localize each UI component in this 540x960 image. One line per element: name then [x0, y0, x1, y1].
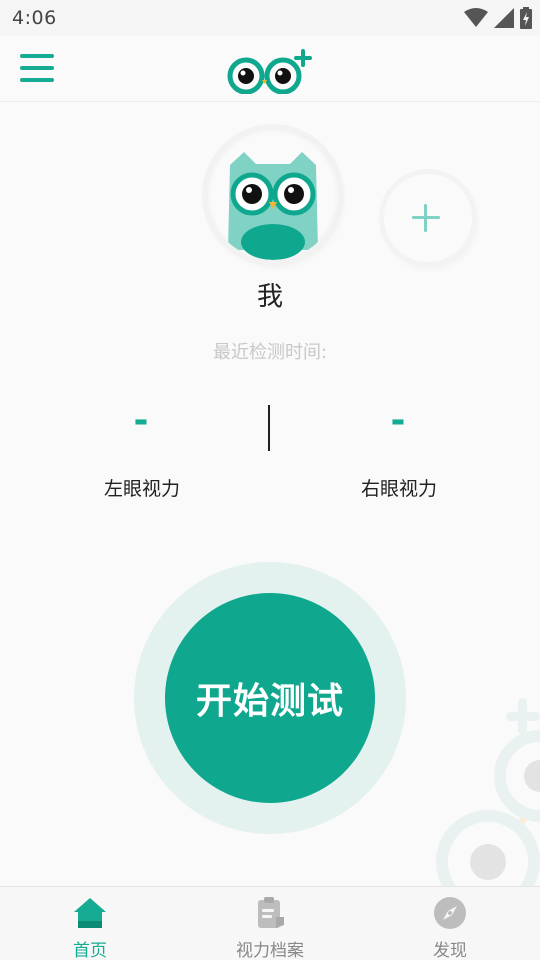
vision-divider: [268, 405, 270, 451]
start-test-button[interactable]: 开始测试: [165, 593, 375, 803]
status-time: 4:06: [12, 7, 57, 29]
nav-discover[interactable]: 发现: [370, 887, 530, 960]
menu-button[interactable]: [18, 52, 58, 86]
compass-icon: [434, 897, 466, 929]
clipboard-icon: [258, 897, 284, 928]
right-eye-value: -: [390, 400, 406, 441]
nav-home-label: 首页: [73, 941, 107, 960]
wifi-icon: [464, 8, 488, 27]
owl-eyes-plus-logo: [227, 49, 312, 95]
left-eye-value: -: [133, 400, 149, 441]
right-eye-label: 右眼视力: [360, 478, 437, 500]
avatar[interactable]: [208, 130, 338, 260]
nav-home[interactable]: 首页: [10, 887, 170, 960]
nav-records-label: 视力档案: [236, 941, 304, 960]
app-logo: [224, 48, 316, 95]
add-profile-button[interactable]: [384, 174, 472, 262]
status-icons: [464, 7, 532, 29]
signal-icon: [494, 8, 514, 28]
nav-vision-records[interactable]: 视力档案: [190, 887, 350, 960]
start-test-label: 开始测试: [195, 681, 344, 722]
decorative-owl-graphic: [436, 698, 540, 890]
last-test-time-label: 最近检测时间:: [212, 342, 328, 363]
status-bar: 4:06: [0, 0, 540, 36]
left-eye-label: 左眼视力: [103, 478, 180, 500]
bottom-navigation: 首页 视力档案 发现: [0, 886, 540, 960]
hamburger-menu-icon: [20, 54, 54, 82]
user-name: 我: [256, 282, 283, 312]
home-icon: [74, 898, 106, 928]
app-bar: [0, 36, 540, 102]
nav-discover-label: 发现: [433, 941, 467, 960]
battery-charging-icon: [520, 7, 532, 29]
owl-avatar: [211, 133, 335, 260]
